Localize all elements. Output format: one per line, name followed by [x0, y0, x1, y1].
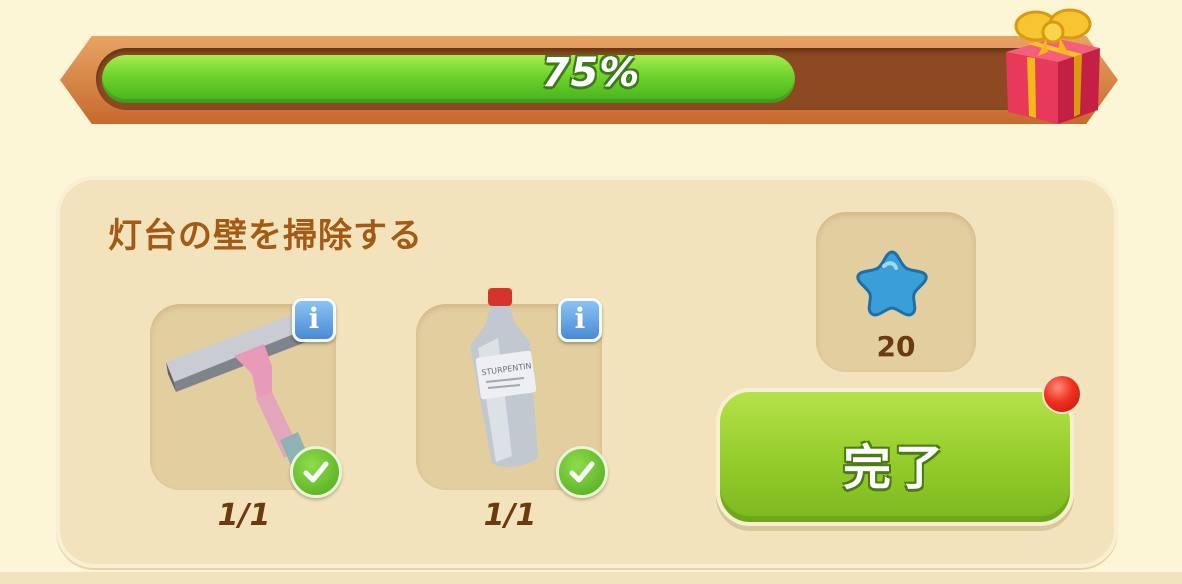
item-info-button-1[interactable]: i [292, 298, 336, 342]
turpentine-bottle-icon: STURPENTIN [470, 288, 538, 467]
checkmark-icon [556, 446, 608, 498]
bottom-strip [0, 572, 1182, 584]
complete-button-label: 完了 [842, 440, 947, 496]
red-dot-icon [1042, 374, 1082, 414]
gift-box-icon[interactable] [996, 0, 1106, 128]
item-count-2: 1/1 [483, 498, 537, 533]
item-count-1: 1/1 [217, 498, 271, 533]
reward-amount: 20 [876, 330, 916, 363]
complete-button[interactable]: 完了 [716, 388, 1074, 526]
checkmark-icon [290, 446, 342, 498]
blue-star-icon [856, 250, 928, 317]
item-info-button-2[interactable]: i [558, 298, 602, 342]
task-title: 灯台の壁を掃除する [108, 216, 423, 256]
